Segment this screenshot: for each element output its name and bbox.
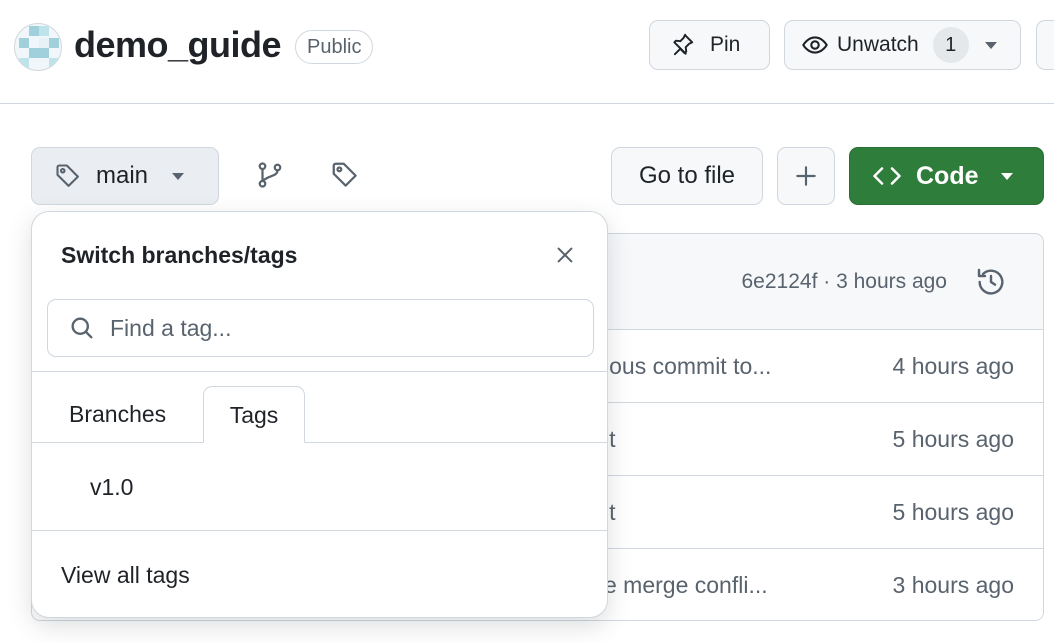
popover-title: Switch branches/tags [61,242,298,268]
tab-tags[interactable]: Tags [203,386,305,443]
history-button[interactable] [975,266,1007,303]
watchers-count: 1 [932,27,969,63]
chevron-down-icon [172,172,185,180]
search-icon [71,317,93,339]
tag-item-v1-0[interactable]: v1.0 [90,474,133,501]
switch-branches-tags-popover: Switch branches/tags Branches Tags v1.0 … [31,211,608,618]
eye-icon [802,36,828,54]
latest-commit-info[interactable]: 6e2124f · 3 hours ago [742,270,948,294]
pin-icon [673,33,694,56]
branch-selector-button[interactable]: main [31,147,219,205]
branches-link[interactable] [253,158,287,192]
go-to-file-button[interactable]: Go to file [611,147,763,205]
commit-time: 5 hours ago [892,426,1014,452]
commit-message[interactable]: ious commit to... [604,353,771,380]
tag-icon [56,164,79,187]
code-button[interactable]: Code [849,147,1044,205]
avatar[interactable] [14,23,62,71]
repo-header: demo_guide Public Pin Unwatch 1 [0,0,1054,104]
git-branch-icon [258,162,282,188]
code-label: Code [916,161,979,190]
visibility-badge: Public [295,30,374,64]
commit-time: 3 hours ago [892,572,1014,598]
unwatch-label: Unwatch [837,33,919,56]
close-icon [557,247,573,263]
code-icon [873,167,901,185]
repo-name[interactable]: demo_guide [74,24,282,66]
commit-message[interactable]: e merge confli... [604,572,768,599]
commit-time: 4 hours ago [892,353,1014,379]
tag-filter-field[interactable] [47,299,594,357]
tag-filter-input[interactable] [110,314,590,342]
chevron-down-icon [984,41,997,49]
history-icon [977,268,1004,295]
divider [32,371,607,372]
pin-button[interactable]: Pin [649,20,770,70]
star-button[interactable] [1036,20,1054,70]
plus-icon [796,166,816,186]
pin-label: Pin [710,33,741,56]
commit-time: 5 hours ago [892,499,1014,525]
add-file-button[interactable] [777,147,835,205]
unwatch-button[interactable]: Unwatch 1 [784,20,1021,70]
divider [32,530,607,531]
branch-label: main [96,162,149,189]
tag-icon [332,162,357,187]
close-button[interactable] [552,242,578,268]
chevron-down-icon [1000,172,1013,180]
tags-link[interactable] [328,158,362,192]
tab-branches[interactable]: Branches [69,386,166,443]
view-all-tags-link[interactable]: View all tags [61,562,190,589]
